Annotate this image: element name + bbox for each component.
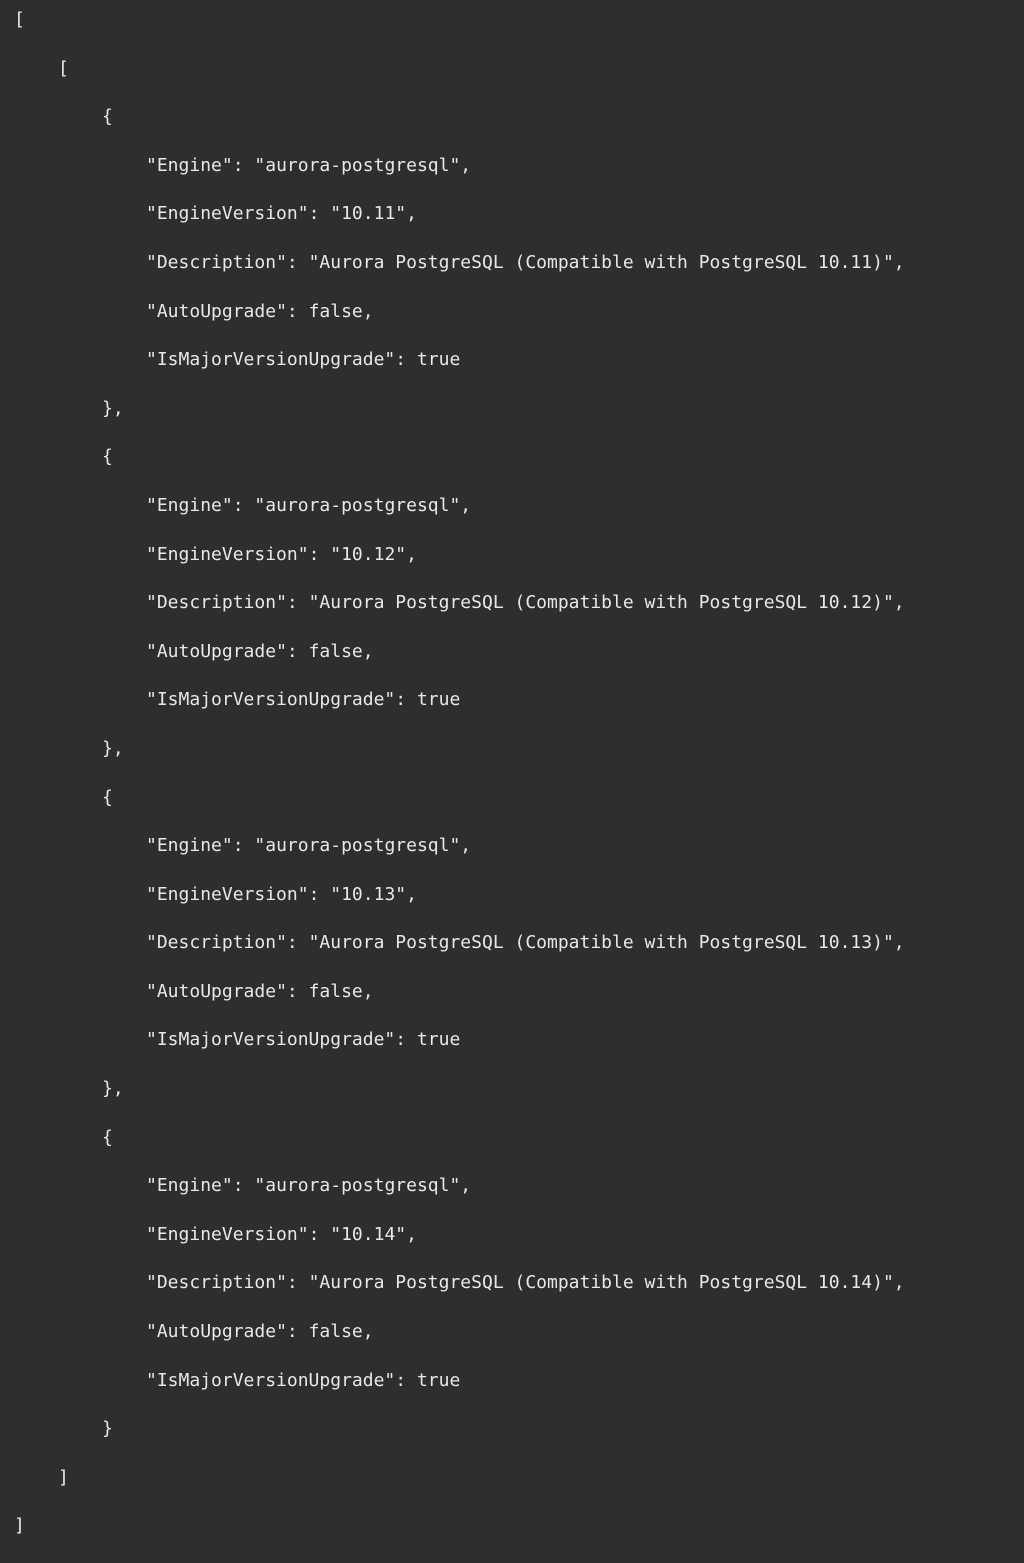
json-line: "Engine": "aurora-postgresql", xyxy=(146,494,1010,518)
json-line: "EngineVersion": "10.11", xyxy=(146,202,1010,226)
json-line: "Engine": "aurora-postgresql", xyxy=(146,154,1010,178)
json-line: "EngineVersion": "10.13", xyxy=(146,883,1010,907)
json-line: "EngineVersion": "10.14", xyxy=(146,1223,1010,1247)
json-line: "Description": "Aurora PostgreSQL (Compa… xyxy=(146,931,1010,955)
json-line: "IsMajorVersionUpgrade": true xyxy=(146,688,1010,712)
json-line: "IsMajorVersionUpgrade": true xyxy=(146,348,1010,372)
json-line: "AutoUpgrade": false, xyxy=(146,1320,1010,1344)
object-close: } xyxy=(102,1417,1010,1441)
json-line: "Description": "Aurora PostgreSQL (Compa… xyxy=(146,591,1010,615)
json-line: "Engine": "aurora-postgresql", xyxy=(146,834,1010,858)
outer-array-open: [ xyxy=(14,8,1010,32)
object-open: { xyxy=(102,445,1010,469)
object-close: }, xyxy=(102,397,1010,421)
json-line: "AutoUpgrade": false, xyxy=(146,300,1010,324)
json-line: "EngineVersion": "10.12", xyxy=(146,543,1010,567)
json-line: "Description": "Aurora PostgreSQL (Compa… xyxy=(146,1271,1010,1295)
json-line: "Engine": "aurora-postgresql", xyxy=(146,1174,1010,1198)
json-line: "AutoUpgrade": false, xyxy=(146,640,1010,664)
json-line: "Description": "Aurora PostgreSQL (Compa… xyxy=(146,251,1010,275)
object-open: { xyxy=(102,786,1010,810)
object-close: }, xyxy=(102,737,1010,761)
object-close: }, xyxy=(102,1077,1010,1101)
json-line: "IsMajorVersionUpgrade": true xyxy=(146,1369,1010,1393)
inner-array-close: ] xyxy=(58,1466,1010,1490)
json-output: [ [ { "Engine": "aurora-postgresql", "En… xyxy=(14,8,1010,1563)
object-open: { xyxy=(102,1126,1010,1150)
outer-array-close: ] xyxy=(14,1514,1010,1538)
json-line: "AutoUpgrade": false, xyxy=(146,980,1010,1004)
json-line: "IsMajorVersionUpgrade": true xyxy=(146,1028,1010,1052)
object-open: { xyxy=(102,105,1010,129)
inner-array-open: [ xyxy=(58,57,1010,81)
